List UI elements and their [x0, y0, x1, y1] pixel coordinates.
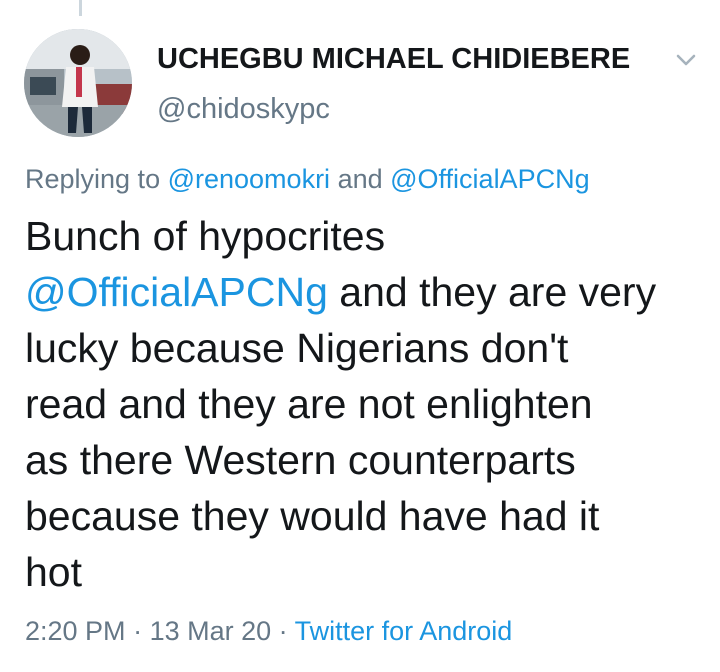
thread-connector-line [79, 0, 82, 16]
mention-renoomokri[interactable]: @renoomokri [168, 164, 330, 194]
meta-separator: · [125, 616, 150, 646]
mention-officialapcng-body[interactable]: @OfficialAPCNg [25, 269, 328, 315]
tweet-line-7: hot [25, 549, 82, 595]
author-display-name[interactable]: UCHEGBU MICHAEL CHIDIEBERE [157, 43, 630, 76]
tweet-date[interactable]: 13 Mar 20 [150, 616, 272, 646]
tweet-text: Bunch of hypocrites @OfficialAPCNg and t… [25, 208, 705, 600]
tweet-line-6: because they would have had it [25, 493, 600, 539]
avatar[interactable] [24, 29, 132, 137]
replying-joiner: and [330, 164, 391, 194]
tweet-line-5: as there Western counterparts [25, 437, 576, 483]
author-handle[interactable]: @chidoskypc [157, 93, 330, 126]
chevron-down-icon[interactable] [672, 46, 700, 74]
tweet-line-4: read and they are not enlighten [25, 381, 593, 427]
tweet-time[interactable]: 2:20 PM [25, 616, 126, 646]
tweet-source-link[interactable]: Twitter for Android [295, 616, 513, 646]
meta-separator: · [271, 616, 295, 646]
replying-to-line: Replying to @renoomokri and @OfficialAPC… [25, 164, 590, 195]
replying-prefix: Replying to [25, 164, 168, 194]
tweet-meta: 2:20 PM · 13 Mar 20 · Twitter for Androi… [25, 616, 512, 647]
mention-officialapcng-reply[interactable]: @OfficialAPCNg [390, 164, 589, 194]
tweet-line-2: @OfficialAPCNg and they are very [25, 264, 705, 320]
tweet-line-1: Bunch of hypocrites [25, 213, 386, 259]
tweet-line-2-text: and they are very [327, 269, 657, 315]
tweet-line-3: lucky because Nigerians don't [25, 325, 569, 371]
profile-photo-icon [24, 29, 132, 137]
